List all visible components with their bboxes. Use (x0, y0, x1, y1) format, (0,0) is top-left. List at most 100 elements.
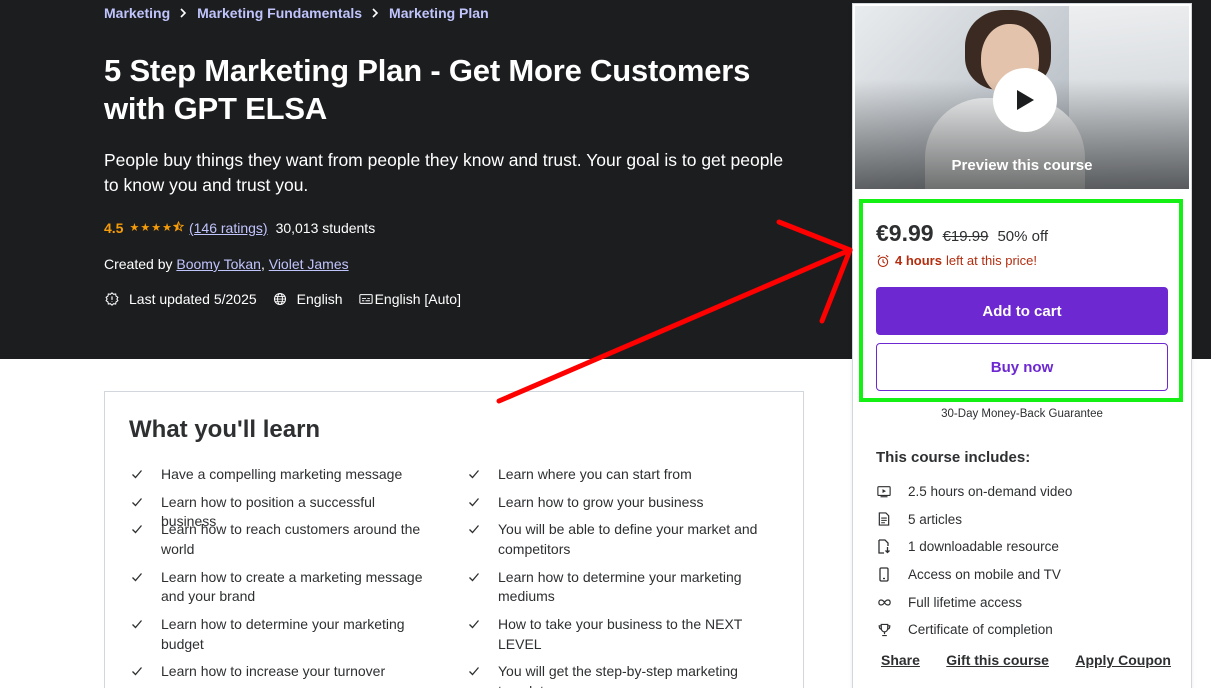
video-icon (876, 484, 892, 500)
includes-list: 2.5 hours on-demand video 5 articles 1 d… (876, 478, 1176, 644)
includes-item: Full lifetime access (876, 588, 1176, 616)
includes-title: This course includes: (876, 449, 1031, 466)
money-back-guarantee: 30-Day Money-Back Guarantee (941, 408, 1103, 420)
includes-item-label: Full lifetime access (908, 594, 1023, 610)
check-icon (131, 521, 145, 535)
learn-item-text: Learn how to determine your marketing bu… (161, 616, 405, 652)
learn-item-text: Learn how to reach customers around the … (161, 521, 421, 557)
check-icon (468, 521, 482, 535)
created-by-label: Created by (104, 256, 177, 272)
learn-item: Learn how to increase your turnover (129, 662, 429, 682)
half-star-icon (172, 220, 185, 235)
learn-item: Have a compelling marketing message (129, 465, 429, 485)
purchase-sidebar-card: Preview this course €9.99 €19.99 50% off… (852, 3, 1192, 688)
instructor-link-1[interactable]: Boomy Tokan (176, 256, 261, 272)
infinity-icon (876, 594, 892, 610)
buy-now-button[interactable]: Buy now (876, 343, 1168, 391)
original-price: €19.99 (942, 228, 989, 245)
ratings-count-link[interactable]: (146 ratings) (189, 220, 268, 236)
alert-badge-icon (104, 291, 120, 307)
last-updated: Last updated 5/2025 (129, 291, 257, 307)
mobile-icon (876, 567, 892, 583)
check-icon (468, 466, 482, 480)
course-subtitle: People buy things they want from people … (104, 150, 784, 195)
alarm-clock-icon (876, 254, 890, 268)
star-icon: ★ (140, 222, 151, 234)
download-file-icon (876, 539, 892, 555)
breadcrumb-item-marketing[interactable]: Marketing (104, 5, 170, 21)
star-icon: ★ (151, 222, 162, 234)
learn-item-text: Learn how to create a marketing message … (161, 568, 423, 605)
includes-item-label: Certificate of completion (908, 622, 1053, 638)
learn-item: Learn how to create a marketing message … (129, 568, 429, 607)
rating-row: 4.5 ★ ★ ★ ★ (146 ratings) 30,013 student… (104, 220, 375, 236)
preview-course-label: Preview this course (951, 157, 1093, 174)
learn-item: You will be able to define your market a… (466, 520, 766, 559)
course-language: English (296, 291, 343, 307)
breadcrumb: Marketing Marketing Fundamentals Marketi… (104, 5, 489, 21)
check-icon (468, 663, 482, 677)
breadcrumb-item-marketing-fundamentals[interactable]: Marketing Fundamentals (197, 5, 362, 21)
star-rating: ★ ★ ★ ★ (129, 220, 185, 235)
includes-item: Certificate of completion (876, 616, 1176, 644)
check-icon (468, 494, 482, 508)
current-price: €9.99 (876, 220, 934, 246)
instructor-link-2[interactable]: Violet James (269, 256, 349, 272)
instructor-separator: , (260, 256, 269, 272)
timer-hours: 4 hours (895, 253, 942, 268)
check-icon (131, 569, 145, 583)
captions-icon (358, 291, 374, 307)
share-link[interactable]: Share (881, 652, 920, 668)
includes-item-label: Access on mobile and TV (908, 567, 1061, 583)
includes-item: 1 downloadable resource (876, 533, 1176, 561)
trophy-icon (876, 622, 892, 638)
course-meta: Last updated 5/2025 English English [Aut… (104, 291, 461, 307)
sale-timer: 4 hours left at this price! (876, 253, 1037, 268)
learn-item-text: You will get the step-by-step marketing … (498, 663, 738, 688)
what-youll-learn-section: What you'll learn Have a compelling mark… (104, 391, 804, 688)
created-by: Created by Boomy Tokan, Violet James (104, 256, 349, 272)
learn-item: Learn how to reach customers around the … (129, 520, 429, 559)
learn-item: Learn how to determine your marketing bu… (129, 615, 429, 654)
chevron-right-icon (371, 8, 379, 18)
learn-item-text: Have a compelling marketing message (161, 466, 403, 482)
globe-icon (272, 291, 288, 307)
gift-course-link[interactable]: Gift this course (946, 652, 1049, 668)
learn-item-text: Learn how to grow your business (498, 493, 704, 510)
learn-item-text: Learn how to increase your turnover (161, 663, 386, 679)
learn-item-text: You will be able to define your market a… (498, 521, 758, 557)
card-links: Share Gift this course Apply Coupon (881, 652, 1171, 668)
includes-item: Access on mobile and TV (876, 561, 1176, 589)
play-icon[interactable] (993, 68, 1057, 132)
rating-value: 4.5 (104, 220, 124, 236)
price-row: €9.99 €19.99 50% off (876, 220, 1048, 247)
chevron-right-icon (179, 8, 187, 18)
learn-item-text: Learn where you can start from (498, 466, 692, 482)
students-count: 30,013 students (275, 220, 376, 236)
check-icon (131, 616, 145, 630)
learn-item: Learn how to determine your marketing me… (466, 568, 766, 607)
includes-item-label: 1 downloadable resource (908, 539, 1059, 555)
star-icon: ★ (129, 222, 140, 234)
star-icon: ★ (162, 222, 172, 234)
includes-item: 5 articles (876, 506, 1176, 534)
learn-item-text: How to take your business to the NEXT LE… (498, 616, 743, 652)
breadcrumb-item-marketing-plan[interactable]: Marketing Plan (389, 5, 489, 21)
learn-item-text: Learn how to determine your marketing me… (498, 568, 742, 605)
learn-item: Learn how to grow your business (466, 493, 766, 513)
apply-coupon-link[interactable]: Apply Coupon (1075, 652, 1171, 668)
check-icon (468, 569, 482, 583)
includes-item: 2.5 hours on-demand video (876, 478, 1176, 506)
discount-percent: 50% off (997, 228, 1049, 245)
includes-item-label: 5 articles (908, 511, 963, 527)
learn-item: How to take your business to the NEXT LE… (466, 615, 766, 654)
check-icon (468, 616, 482, 630)
course-preview-video[interactable]: Preview this course (853, 4, 1191, 191)
add-to-cart-button[interactable]: Add to cart (876, 287, 1168, 335)
check-icon (131, 494, 145, 508)
includes-item-label: 2.5 hours on-demand video (908, 484, 1073, 500)
course-title: 5 Step Marketing Plan - Get More Custome… (104, 53, 751, 126)
check-icon (131, 466, 145, 480)
learn-item: You will get the step-by-step marketing … (466, 662, 766, 688)
course-captions: English [Auto] (374, 291, 461, 307)
